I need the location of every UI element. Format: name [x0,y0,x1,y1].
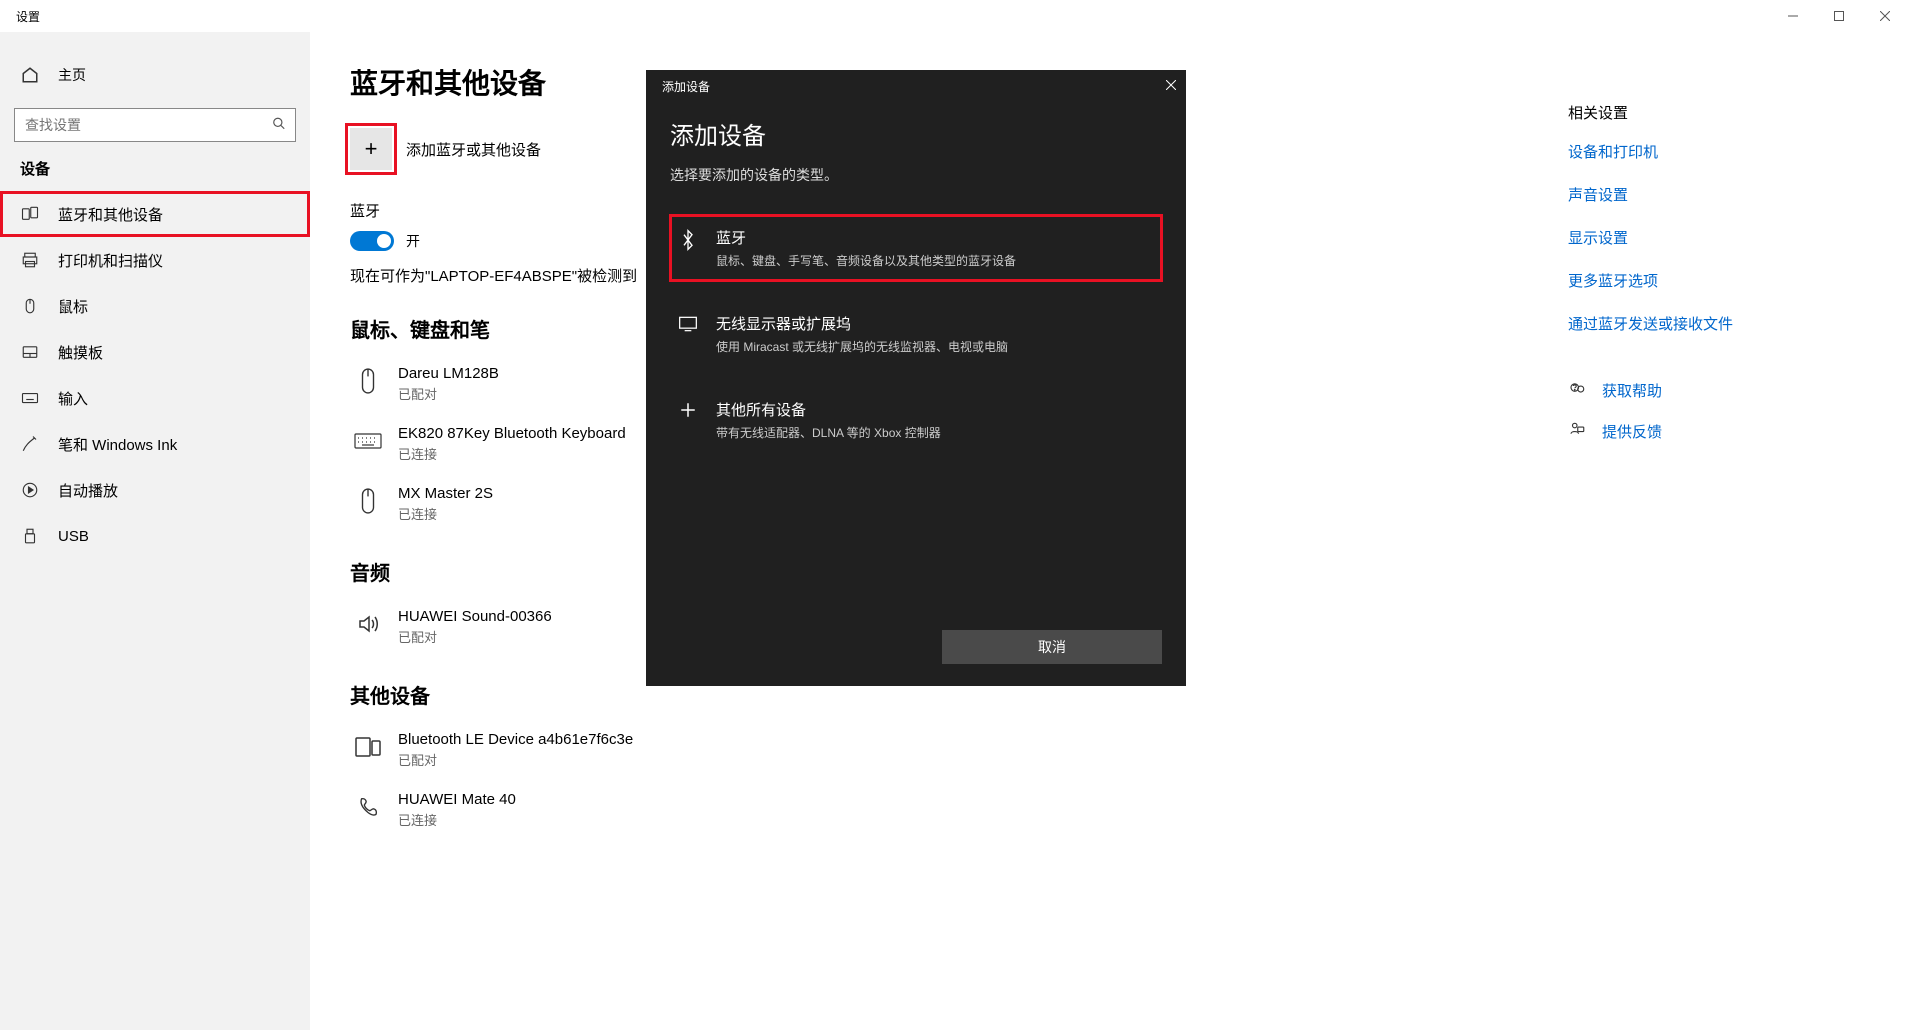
home-label: 主页 [58,65,86,85]
sidebar-item-label: 鼠标 [58,296,88,317]
add-device-button[interactable]: + [350,128,392,170]
maximize-button[interactable] [1816,0,1862,32]
window-title: 设置 [16,8,40,25]
sidebar-item-mouse[interactable]: 鼠标 [0,283,310,329]
phone-tablet-icon [354,733,382,761]
help-icon [1568,380,1588,401]
sidebar-item-printers[interactable]: 打印机和扫描仪 [0,237,310,283]
link-more-bluetooth[interactable]: 更多蓝牙选项 [1568,270,1878,291]
sidebar-item-label: 笔和 Windows Ink [58,434,177,455]
sidebar-item-autoplay[interactable]: 自动播放 [0,467,310,513]
device-name: Bluetooth LE Device a4b61e7f6c3e [398,731,633,748]
choice-bluetooth[interactable]: 蓝牙鼠标、键盘、手写笔、音频设备以及其他类型的蓝牙设备 [670,215,1162,281]
sidebar-section-label: 设备 [0,158,310,179]
device-name: EK820 87Key Bluetooth Keyboard [398,425,626,442]
device-status: 已配对 [398,384,499,403]
device-status: 已连接 [398,444,626,463]
sidebar-item-touchpad[interactable]: 触摸板 [0,329,310,375]
home-icon [20,65,40,85]
choice-everything-else[interactable]: 其他所有设备带有无线适配器、DLNA 等的 Xbox 控制器 [670,387,1162,453]
link-devices-printers[interactable]: 设备和打印机 [1568,141,1878,162]
search-input[interactable] [14,108,296,142]
plus-icon: + [365,136,378,162]
device-name: HUAWEI Mate 40 [398,791,516,808]
device-status: 已配对 [398,627,552,646]
related-settings-title: 相关设置 [1568,102,1878,123]
device-name: HUAWEI Sound-00366 [398,608,552,625]
keyboard-icon [20,388,40,408]
choice-desc: 使用 Miracast 或无线扩展坞的无线监视器、电视或电脑 [716,338,1008,355]
feedback-icon [1568,421,1588,442]
minimize-button[interactable] [1770,0,1816,32]
sidebar-item-bluetooth[interactable]: 蓝牙和其他设备 [0,191,310,237]
sidebar-item-label: 自动播放 [58,480,118,501]
sidebar-item-label: 打印机和扫描仪 [58,250,163,271]
mouse-icon [354,367,382,395]
device-status: 已连接 [398,810,516,829]
touchpad-icon [20,342,40,362]
sidebar-item-label: 触摸板 [58,342,103,363]
home-nav[interactable]: 主页 [0,52,310,98]
sidebar-item-pen[interactable]: 笔和 Windows Ink [0,421,310,467]
choice-wireless-display[interactable]: 无线显示器或扩展坞使用 Miracast 或无线扩展坞的无线监视器、电视或电脑 [670,301,1162,367]
link-feedback[interactable]: 提供反馈 [1602,421,1662,442]
link-sound-settings[interactable]: 声音设置 [1568,184,1878,205]
sidebar-item-typing[interactable]: 输入 [0,375,310,421]
dialog-heading: 添加设备 [670,116,1162,151]
usb-icon [20,526,40,546]
speaker-icon [354,610,382,638]
device-status: 已配对 [398,750,633,769]
bluetooth-devices-icon [20,204,40,224]
bluetooth-toggle[interactable] [350,231,394,251]
dialog-subtitle: 选择要添加的设备的类型。 [670,165,1162,185]
link-display-settings[interactable]: 显示设置 [1568,227,1878,248]
pen-icon [20,434,40,454]
add-device-label: 添加蓝牙或其他设备 [406,139,541,160]
dialog-close-button[interactable] [1166,79,1176,93]
add-device-dialog: 添加设备 添加设备 选择要添加的设备的类型。 蓝牙鼠标、键盘、手写笔、音频设备以… [646,70,1186,686]
device-item[interactable]: Bluetooth LE Device a4b61e7f6c3e 已配对 [350,723,1528,783]
display-icon [676,313,700,355]
sidebar-item-usb[interactable]: USB [0,513,310,559]
mouse-icon [20,296,40,316]
window-titlebar: 设置 [0,0,1908,32]
search-icon[interactable] [272,117,286,134]
sidebar-item-label: 输入 [58,388,88,409]
keyboard-icon [354,427,382,455]
device-name: Dareu LM128B [398,365,499,382]
close-button[interactable] [1862,0,1908,32]
device-name: MX Master 2S [398,485,493,502]
toggle-state-label: 开 [406,231,420,251]
dialog-title: 添加设备 [662,78,710,95]
sidebar-item-label: 蓝牙和其他设备 [58,204,163,225]
phone-icon [354,793,382,821]
cancel-button[interactable]: 取消 [942,630,1162,664]
choice-title: 蓝牙 [716,227,1016,248]
choice-title: 无线显示器或扩展坞 [716,313,1008,334]
device-status: 已连接 [398,504,493,523]
bluetooth-icon [676,227,700,269]
sidebar: 主页 设备 蓝牙和其他设备 打印机和扫描仪 鼠标 触摸板 输入 [0,32,310,1030]
choice-desc: 鼠标、键盘、手写笔、音频设备以及其他类型的蓝牙设备 [716,252,1016,269]
sidebar-item-label: USB [58,528,89,545]
printer-icon [20,250,40,270]
device-item[interactable]: HUAWEI Mate 40 已连接 [350,783,1528,843]
right-panel: 相关设置 设备和打印机 声音设置 显示设置 更多蓝牙选项 通过蓝牙发送或接收文件… [1568,32,1908,1030]
choice-title: 其他所有设备 [716,399,941,420]
choice-desc: 带有无线适配器、DLNA 等的 Xbox 控制器 [716,424,941,441]
mouse-icon [354,487,382,515]
link-get-help[interactable]: 获取帮助 [1602,380,1662,401]
plus-icon [676,399,700,441]
link-bt-send-receive[interactable]: 通过蓝牙发送或接收文件 [1568,313,1878,334]
autoplay-icon [20,480,40,500]
